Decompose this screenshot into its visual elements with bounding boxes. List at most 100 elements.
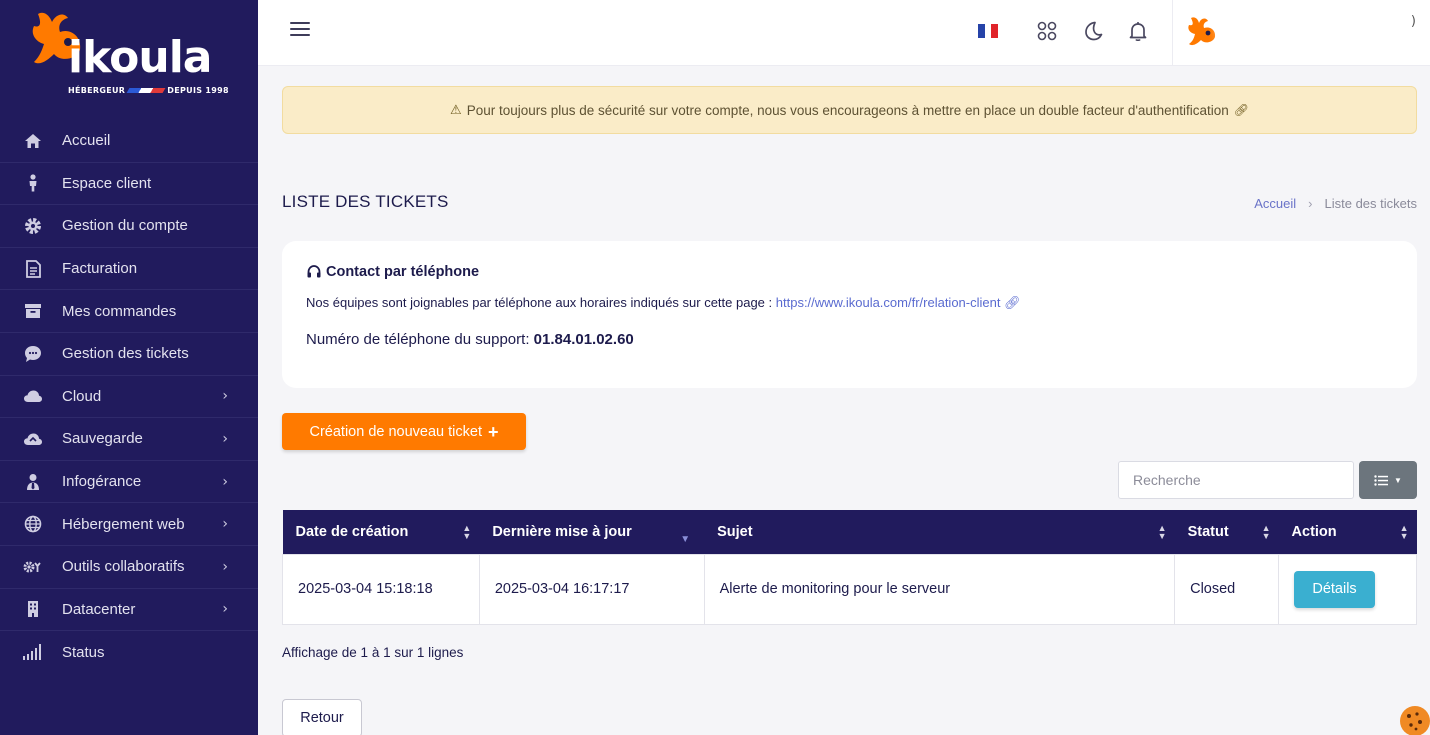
sidebar-item-espace-client[interactable]: Espace client [0, 163, 258, 206]
server-name-redacted [954, 577, 1065, 601]
cell-created: 2025-03-04 15:18:18 [282, 553, 480, 625]
cloud-backup-icon [22, 429, 44, 449]
brand-tagline-right: DEPUIS 1998 [167, 86, 229, 95]
breadcrumb-current: Liste des tickets [1324, 196, 1418, 211]
phone-contact-card: Contact par téléphone Nos équipes sont j… [282, 241, 1417, 388]
chat-icon [22, 344, 44, 364]
sidebar-item-status[interactable]: Status [0, 631, 258, 674]
cloud-icon [22, 386, 44, 406]
sort-icon: ▲ ▼ [1261, 522, 1271, 541]
cookie-icon[interactable] [1398, 704, 1430, 735]
page-title: LISTE DES TICKETS [282, 192, 449, 211]
security-alert-text: Pour toujours plus de sécurité sur votre… [466, 102, 1229, 118]
user-name-redacted [1219, 14, 1409, 50]
sort-desc-icon: ▼ [680, 534, 691, 545]
sidebar-item-mes-commandes[interactable]: Mes commandes [0, 290, 258, 333]
back-button[interactable]: Retour [282, 699, 362, 735]
sidebar: ikoula HÉBERGEUR DEPUIS 1998 Accueil Espa… [0, 0, 258, 735]
sidebar-item-label: Mes commandes [62, 302, 177, 320]
sidebar-item-gestion-du-compte[interactable]: Gestion du compte [0, 205, 258, 248]
columns-toggle-button[interactable]: ▼ [1359, 461, 1417, 499]
phone-contact-title: Contact par téléphone [306, 264, 479, 280]
list-icon [1374, 474, 1389, 486]
phone-contact-text: Nos équipes sont joignables par téléphon… [306, 295, 773, 310]
sidebar-item-accueil[interactable]: Accueil [0, 120, 258, 163]
warning-triangle-icon: ⚠ [450, 102, 462, 117]
chevron-right-icon: › [222, 558, 228, 575]
signal-icon [22, 642, 44, 662]
table-row: 2025-03-04 15:18:18 2025-03-04 16:17:17 … [282, 553, 1417, 625]
brand-tagline-left: HÉBERGEUR [68, 86, 126, 95]
sidebar-item-label: Espace client [62, 174, 152, 192]
sidebar-item-cloud[interactable]: Cloud › [0, 376, 258, 419]
chevron-right-icon: › [222, 430, 228, 447]
breadcrumb: Accueil › Liste des tickets [1254, 196, 1417, 211]
relation-client-link[interactable]: https://www.ikoula.com/fr/relation-clien… [776, 295, 1001, 310]
chevron-right-icon: › [222, 601, 228, 618]
sidebar-item-facturation[interactable]: Facturation [0, 248, 258, 291]
sidebar-item-outils-collaboratifs[interactable]: Outils collaboratifs › [0, 546, 258, 589]
sidebar-item-gestion-des-tickets[interactable]: Gestion des tickets [0, 333, 258, 376]
headset-icon [307, 265, 321, 278]
person-icon [22, 173, 44, 193]
pagination-info: Affichage de 1 à 1 sur 1 lignes [282, 645, 464, 660]
column-header-action[interactable]: Action ▲ ▼ [1278, 510, 1417, 554]
column-header-status[interactable]: Statut ▲ ▼ [1174, 510, 1279, 554]
french-flag-icon[interactable] [978, 24, 999, 38]
building-icon [22, 599, 44, 619]
breadcrumb-home-link[interactable]: Accueil [1254, 196, 1296, 211]
globe-icon [22, 514, 44, 534]
sort-icon: ▲ ▼ [1157, 522, 1167, 541]
notification-bell-icon[interactable] [1127, 20, 1149, 42]
column-header-updated[interactable]: Dernière mise à jour ▼ [479, 510, 705, 554]
archive-icon [22, 301, 44, 321]
search-input[interactable] [1118, 461, 1354, 499]
user-name-suffix: ) [1410, 14, 1416, 29]
brand-logo[interactable]: ikoula HÉBERGEUR DEPUIS 1998 [30, 10, 230, 100]
sidebar-item-label: Sauvegarde [62, 430, 143, 448]
sort-icon: ▲ ▼ [462, 522, 472, 541]
brand-name: ikoula [68, 32, 212, 83]
top-bar: ) [258, 0, 1430, 66]
home-icon [22, 131, 44, 151]
cell-status: Closed [1174, 553, 1280, 625]
sidebar-item-label: Cloud [62, 387, 102, 405]
sidebar-item-sauvegarde[interactable]: Sauvegarde › [0, 418, 258, 461]
breadcrumb-separator: › [1308, 196, 1313, 211]
apps-grid-icon[interactable] [1036, 20, 1058, 42]
details-button[interactable]: Détails [1294, 570, 1376, 608]
cell-updated: 2025-03-04 16:17:17 [478, 553, 705, 625]
tricolor-stripe [126, 88, 166, 93]
sidebar-nav: Accueil Espace client Gestion du compte … [0, 120, 258, 674]
chevron-right-icon: › [222, 473, 228, 490]
cell-subject: Alerte de monitoring pour le serveur [703, 553, 1176, 625]
invoice-icon [22, 259, 44, 279]
dark-mode-moon-icon[interactable] [1082, 20, 1104, 42]
security-alert-banner: ⚠ Pour toujours plus de sécurité sur vot… [282, 86, 1417, 134]
column-header-subject[interactable]: Sujet ▲ ▼ [704, 510, 1175, 554]
menu-toggle-icon[interactable] [290, 22, 310, 38]
sidebar-item-datacenter[interactable]: Datacenter › [0, 589, 258, 632]
link-icon[interactable]: 🔗︎ [1004, 295, 1021, 310]
brand-tagline: HÉBERGEUR DEPUIS 1998 [68, 86, 229, 95]
sidebar-item-label: Hébergement web [62, 515, 185, 533]
sidebar-item-infogerance[interactable]: Infogérance › [0, 461, 258, 504]
link-icon[interactable]: 🔗︎ [1234, 103, 1249, 117]
gear-icon [22, 216, 44, 236]
table-header-row: Date de création ▲ ▼ Dernière mise à jour ▼… [282, 510, 1417, 554]
tickets-table: Date de création ▲ ▼ Dernière mise à jour ▼… [282, 510, 1417, 625]
create-ticket-button[interactable]: Création de nouveau ticket + [282, 413, 526, 450]
sidebar-item-label: Gestion du compte [62, 217, 188, 235]
phone-contact-description: Nos équipes sont joignables par téléphon… [306, 295, 1021, 311]
sidebar-item-label: Facturation [62, 260, 138, 278]
create-ticket-label: Création de nouveau ticket [309, 423, 482, 440]
sidebar-item-label: Status [62, 643, 105, 661]
column-header-created[interactable]: Date de création ▲ ▼ [282, 510, 480, 554]
user-menu[interactable]: ) [1172, 0, 1430, 66]
phone-contact-title-text: Contact par téléphone [326, 264, 480, 280]
sidebar-item-label: Datacenter [62, 600, 136, 618]
sidebar-item-label: Gestion des tickets [62, 345, 189, 363]
user-avatar-fish-icon [1188, 17, 1216, 46]
caret-down-icon: ▼ [1394, 475, 1402, 485]
sidebar-item-hebergement-web[interactable]: Hébergement web › [0, 503, 258, 546]
